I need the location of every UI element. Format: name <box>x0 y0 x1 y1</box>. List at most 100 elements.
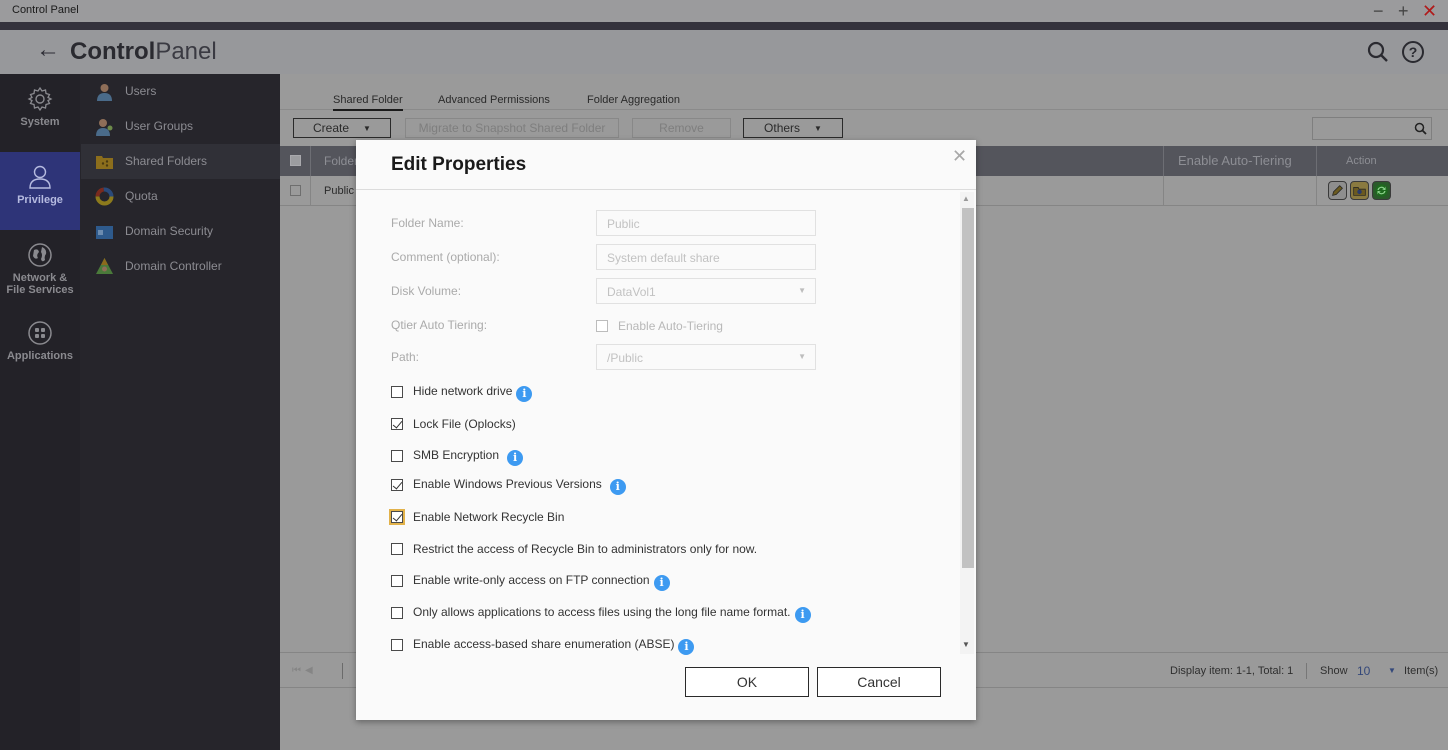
rail-label: Privilege <box>17 194 63 206</box>
tab-advanced-permissions[interactable]: Advanced Permissions <box>438 94 550 106</box>
row-select-cell <box>280 176 311 206</box>
close-icon[interactable]: ✕ <box>952 146 967 167</box>
select-all-checkbox[interactable] <box>290 155 301 166</box>
disk-volume-select[interactable]: DataVol1 ▼ <box>596 278 816 304</box>
gear-icon <box>27 86 53 112</box>
rail-item-system[interactable]: System <box>0 74 80 152</box>
page-size-select[interactable]: 10 <box>1357 664 1370 678</box>
abse-checkbox[interactable] <box>391 639 403 651</box>
tab-shared-folder[interactable]: Shared Folder <box>333 94 403 111</box>
category-rail: System Privilege Network & File Services… <box>0 74 80 750</box>
others-label: Others <box>764 121 801 135</box>
tab-folder-aggregation[interactable]: Folder Aggregation <box>587 94 680 106</box>
submenu-item-quota[interactable]: Quota <box>81 179 280 214</box>
search-icon[interactable] <box>1414 122 1427 135</box>
user-icon <box>29 165 51 189</box>
show-label: Show <box>1320 665 1348 677</box>
ftp-write-only-label: Enable write-only access on FTP connecti… <box>413 573 670 591</box>
search-icon[interactable] <box>1366 40 1390 64</box>
remove-button[interactable]: Remove <box>632 118 731 138</box>
submenu-item-shared-folders[interactable]: Shared Folders <box>81 144 280 179</box>
caret-down-icon[interactable]: ▼ <box>1388 666 1396 675</box>
back-button[interactable]: ← <box>36 36 60 64</box>
pager-first-prev-icons[interactable]: ⏮◀ <box>292 665 317 676</box>
windows-previous-versions-label: Enable Windows Previous Versions i <box>413 477 626 495</box>
globe-icon <box>28 243 52 267</box>
folder-name-label: Folder Name: <box>391 216 464 230</box>
rail-item-applications[interactable]: Applications <box>0 308 80 386</box>
permissions-icon[interactable] <box>1350 181 1369 200</box>
disk-volume-label: Disk Volume: <box>391 284 462 298</box>
submenu-item-user-groups[interactable]: User Groups <box>81 109 280 144</box>
search-input[interactable] <box>1312 117 1432 140</box>
refresh-icon[interactable] <box>1372 181 1391 200</box>
comment-field[interactable]: System default share <box>596 244 816 270</box>
scrollbar-thumb[interactable] <box>962 208 974 568</box>
items-label: Item(s) <box>1404 665 1439 677</box>
domain-controller-icon <box>96 258 113 274</box>
option-text: Enable write-only access on FTP connecti… <box>413 573 650 587</box>
auto-tiering-checkbox[interactable] <box>596 320 608 332</box>
long-file-name-checkbox[interactable] <box>391 607 403 619</box>
ok-button[interactable]: OK <box>685 667 809 697</box>
lock-file-label: Lock File (Oplocks) <box>413 417 516 431</box>
info-icon[interactable]: i <box>507 450 524 466</box>
info-icon[interactable]: i <box>794 607 811 623</box>
submenu-item-domain-controller[interactable]: Domain Controller <box>81 249 280 284</box>
row-checkbox[interactable] <box>290 185 301 196</box>
caret-down-icon: ▼ <box>814 124 822 133</box>
qtier-label: Qtier Auto Tiering: <box>391 318 488 332</box>
windows-previous-versions-checkbox[interactable] <box>391 479 403 491</box>
dialog-divider <box>356 189 976 190</box>
help-icon[interactable]: ? <box>1401 40 1425 64</box>
create-button[interactable]: Create ▼ <box>293 118 391 138</box>
cancel-button[interactable]: Cancel <box>817 667 941 697</box>
rail-item-privilege[interactable]: Privilege <box>0 152 80 230</box>
edit-icon[interactable] <box>1328 181 1347 200</box>
chevron-down-icon: ▼ <box>798 286 806 295</box>
scroll-down-icon[interactable]: ▼ <box>962 640 970 649</box>
info-icon[interactable]: i <box>516 386 533 402</box>
info-icon[interactable]: i <box>653 575 670 591</box>
app-title: ControlPanel <box>70 38 217 66</box>
hide-network-drive-checkbox[interactable] <box>391 386 403 398</box>
submenu-label: Shared Folders <box>125 154 208 168</box>
folder-name-field[interactable]: Public <box>596 210 816 236</box>
maximize-button[interactable]: + <box>1398 1 1409 21</box>
smb-encryption-checkbox[interactable] <box>391 450 403 462</box>
rail-item-network-file-services[interactable]: Network & File Services <box>0 230 80 308</box>
path-label: Path: <box>391 350 420 364</box>
disk-volume-value: DataVol1 <box>607 285 656 299</box>
migrate-button[interactable]: Migrate to Snapshot Shared Folder <box>405 118 619 138</box>
lock-file-checkbox[interactable] <box>391 418 403 430</box>
info-icon[interactable]: i <box>609 479 626 495</box>
rail-label-line1: Network & <box>12 272 68 284</box>
network-recycle-bin-checkbox[interactable] <box>389 509 405 525</box>
ftp-write-only-checkbox[interactable] <box>391 575 403 587</box>
path-select[interactable]: /Public ▼ <box>596 344 816 370</box>
restrict-recycle-bin-checkbox[interactable] <box>391 543 403 555</box>
column-header-auto-tiering[interactable]: Enable Auto-Tiering <box>1164 146 1317 176</box>
dialog-scrollbar[interactable]: ▲ ▼ <box>960 192 974 654</box>
auto-tiering-checkbox-label: Enable Auto-Tiering <box>618 319 723 333</box>
long-file-name-label: Only allows applications to access files… <box>413 605 811 623</box>
window-titlebar: Control Panel − + ✕ <box>0 0 1448 22</box>
scroll-up-icon[interactable]: ▲ <box>962 194 970 203</box>
others-button[interactable]: Others ▼ <box>743 118 843 138</box>
display-items-text: Display item: 1-1, Total: 1 <box>1170 665 1294 677</box>
submenu-item-users[interactable]: Users <box>81 74 280 109</box>
submenu-item-domain-security[interactable]: Domain Security <box>81 214 280 249</box>
user-group-icon <box>96 119 113 136</box>
app-header: ← ControlPanel ? <box>0 30 1448 74</box>
info-icon[interactable]: i <box>678 639 695 655</box>
submenu-label: Domain Controller <box>125 259 222 273</box>
option-text: Enable access-based share enumeration (A… <box>413 637 675 651</box>
minimize-button[interactable]: − <box>1373 1 1384 21</box>
dialog-title: Edit Properties <box>391 154 527 175</box>
submenu-label: Users <box>125 84 157 98</box>
close-window-button[interactable]: ✕ <box>1422 1 1437 21</box>
footer-divider <box>1306 663 1307 679</box>
rail-label-line2: File Services <box>6 284 74 296</box>
comment-label: Comment (optional): <box>391 250 500 264</box>
option-text: SMB Encryption <box>413 448 500 462</box>
